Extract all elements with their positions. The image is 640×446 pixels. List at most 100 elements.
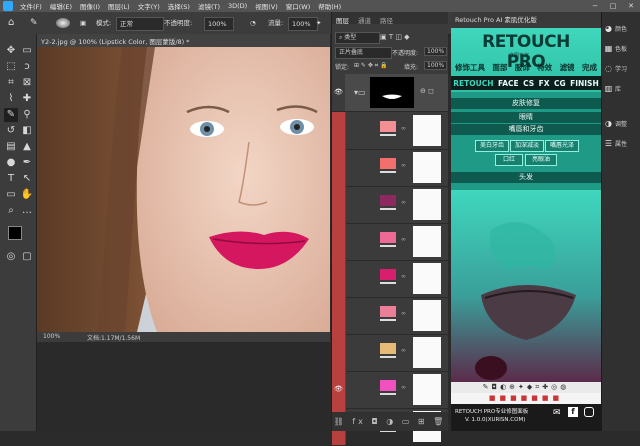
dock-adjustments[interactable]: ◑ 调整 bbox=[604, 117, 640, 131]
link-icon[interactable]: ∞ bbox=[401, 125, 406, 132]
blend-mode-select[interactable]: 正片叠底 bbox=[335, 47, 392, 59]
nav-en-face[interactable]: FACE bbox=[498, 79, 519, 88]
airbrush-icon[interactable]: ✦ bbox=[316, 17, 321, 29]
menu-view[interactable]: 视图(V) bbox=[251, 1, 282, 11]
path-select-icon[interactable]: ↖ bbox=[20, 172, 34, 186]
layer-filter-select[interactable]: ⌕ 类型 bbox=[335, 32, 380, 44]
lasso-tool-icon[interactable]: ↄ bbox=[20, 60, 34, 74]
layer-mask-thumbnail[interactable] bbox=[413, 152, 441, 183]
menu-edit[interactable]: 编辑(E) bbox=[46, 1, 76, 11]
color-fill-thumbnail[interactable] bbox=[380, 343, 396, 354]
layer-row[interactable]: ∞ bbox=[332, 186, 448, 224]
shape-tool-icon[interactable]: ▭ bbox=[4, 188, 18, 202]
dodge-burn-button[interactable]: 加深减淡 bbox=[510, 140, 544, 152]
type-tool-icon[interactable]: T bbox=[4, 172, 18, 186]
menu-file[interactable]: 文件(F) bbox=[16, 1, 46, 11]
nav-en-retouch[interactable]: RETOUCH bbox=[453, 79, 493, 88]
filter-icons[interactable]: ▣ T ◫ ◆ bbox=[380, 33, 410, 41]
crop-tool-icon[interactable]: ⌗ bbox=[4, 76, 18, 90]
flow-input[interactable]: 100% bbox=[288, 17, 318, 31]
pressure-opacity-icon[interactable]: ◔ bbox=[250, 17, 256, 29]
eye-icon[interactable] bbox=[332, 260, 346, 297]
frame-tool-icon[interactable]: ⊠ bbox=[20, 76, 34, 90]
stamp-tool-icon[interactable]: ⚲ bbox=[20, 108, 34, 122]
eye-icon[interactable]: 👁 bbox=[332, 371, 346, 408]
group-mask-thumbnail[interactable] bbox=[370, 77, 414, 108]
more-tools-icon[interactable]: … bbox=[20, 204, 34, 218]
color-fill-thumbnail[interactable] bbox=[380, 306, 396, 317]
opacity-input[interactable]: 100% bbox=[204, 17, 234, 31]
section-eyes[interactable]: 眼睛 bbox=[451, 112, 601, 123]
brush-preset-icon[interactable] bbox=[56, 18, 70, 28]
color-fill-thumbnail[interactable] bbox=[380, 269, 396, 280]
screen-mode-icon[interactable]: ▢ bbox=[20, 250, 34, 264]
eraser-tool-icon[interactable]: ◧ bbox=[20, 124, 34, 138]
layer-row[interactable]: ∞ bbox=[332, 260, 448, 298]
dock-properties[interactable]: ☰ 属性 bbox=[604, 137, 640, 151]
layer-group-row[interactable]: 👁 ▾▭ ⊖ ◻ bbox=[332, 74, 448, 112]
menu-3d[interactable]: 3D(D) bbox=[224, 2, 251, 10]
layer-mask-thumbnail[interactable] bbox=[413, 300, 441, 331]
blur-tool-icon[interactable]: ▲ bbox=[20, 140, 34, 154]
eye-icon[interactable] bbox=[332, 186, 346, 223]
menu-filter[interactable]: 滤镜(T) bbox=[194, 1, 224, 11]
menu-type[interactable]: 文字(Y) bbox=[134, 1, 164, 11]
lock-icons[interactable]: ⊞ ✎ ✥ ⌗ 🔒 bbox=[354, 62, 388, 70]
nav-cn-fx[interactable]: 特效 bbox=[537, 62, 552, 73]
nav-cn-filter[interactable]: 滤镜 bbox=[560, 62, 575, 73]
link-icon[interactable]: ∞ bbox=[401, 162, 406, 169]
eye-icon[interactable] bbox=[332, 149, 346, 186]
nav-cn-face[interactable]: 面部 bbox=[492, 62, 507, 73]
color-fill-thumbnail[interactable] bbox=[380, 380, 396, 391]
tab-layers[interactable]: 图层 bbox=[336, 15, 349, 25]
nav-cn-clothes[interactable]: 服饰 bbox=[515, 62, 530, 73]
minimize-button[interactable]: − bbox=[586, 0, 604, 12]
history-brush-icon[interactable]: ↺ bbox=[4, 124, 18, 138]
maximize-button[interactable]: □ bbox=[604, 0, 622, 12]
color-fill-thumbnail[interactable] bbox=[380, 158, 396, 169]
hand-tool-icon[interactable]: ✋ bbox=[20, 188, 34, 202]
whiten-teeth-button[interactable]: 美白牙齿 bbox=[475, 140, 509, 152]
layer-mask-thumbnail[interactable] bbox=[413, 263, 441, 294]
dock-color[interactable]: ◕ 颜色 bbox=[604, 22, 640, 36]
eyedropper-tool-icon[interactable]: ⌇ bbox=[4, 92, 18, 106]
eye-icon[interactable] bbox=[332, 223, 346, 260]
menu-help[interactable]: 帮助(H) bbox=[314, 1, 345, 11]
brush-tool-icon[interactable]: ✎ bbox=[4, 108, 18, 122]
layer-mask-thumbnail[interactable] bbox=[413, 374, 441, 405]
foreground-color-swatch[interactable] bbox=[8, 226, 22, 240]
fill-input[interactable]: 100% bbox=[424, 61, 448, 70]
layer-opacity-input[interactable]: 100% bbox=[424, 47, 448, 56]
layer-row[interactable]: ∞ bbox=[332, 149, 448, 187]
nav-en-cg[interactable]: CG bbox=[554, 79, 566, 88]
move-tool-icon[interactable]: ✥ bbox=[4, 44, 18, 58]
instagram-icon[interactable] bbox=[584, 407, 594, 417]
brush-icon[interactable]: ✎ bbox=[30, 17, 38, 29]
artboard-tool-icon[interactable]: ▭ bbox=[20, 44, 34, 58]
pen-tool-icon[interactable]: ✒ bbox=[20, 156, 34, 170]
gradient-tool-icon[interactable]: ▤ bbox=[4, 140, 18, 154]
link-icon[interactable]: ∞ bbox=[401, 347, 406, 354]
layer-row[interactable]: ∞ bbox=[332, 334, 448, 372]
brush-panel-icon[interactable]: ▣ bbox=[80, 17, 86, 29]
layer-row[interactable]: ∞ bbox=[332, 223, 448, 261]
nav-cn-finish[interactable]: 完成 bbox=[582, 62, 597, 73]
document-tab[interactable]: Y2-2.jpg @ 100% (Lipstick Color, 图层蒙版/8)… bbox=[37, 34, 330, 48]
eye-icon[interactable] bbox=[332, 112, 346, 149]
dock-libraries[interactable]: ▥ 库 bbox=[604, 82, 640, 96]
dodge-tool-icon[interactable]: ● bbox=[4, 156, 18, 170]
lip-gloss-button[interactable]: 嘴唇光泽 bbox=[545, 140, 579, 152]
link-icon[interactable]: ∞ bbox=[401, 384, 406, 391]
tab-paths[interactable]: 路径 bbox=[380, 15, 393, 25]
marquee-tool-icon[interactable]: ⬚ bbox=[4, 60, 18, 74]
menu-image[interactable]: 图像(I) bbox=[76, 1, 104, 11]
menu-window[interactable]: 窗口(W) bbox=[282, 1, 315, 11]
zoom-tool-icon[interactable]: ⌕ bbox=[4, 204, 18, 218]
facebook-icon[interactable]: f bbox=[568, 407, 578, 417]
layer-mask-thumbnail[interactable] bbox=[413, 226, 441, 257]
healing-tool-icon[interactable]: ✚ bbox=[20, 92, 34, 106]
language-flags[interactable]: ■■■■■■■ bbox=[451, 393, 601, 404]
lip-oil-button[interactable]: 亮眼油 bbox=[525, 154, 557, 166]
eye-icon[interactable] bbox=[332, 334, 346, 371]
lipstick-button[interactable]: 口红 bbox=[495, 154, 523, 166]
